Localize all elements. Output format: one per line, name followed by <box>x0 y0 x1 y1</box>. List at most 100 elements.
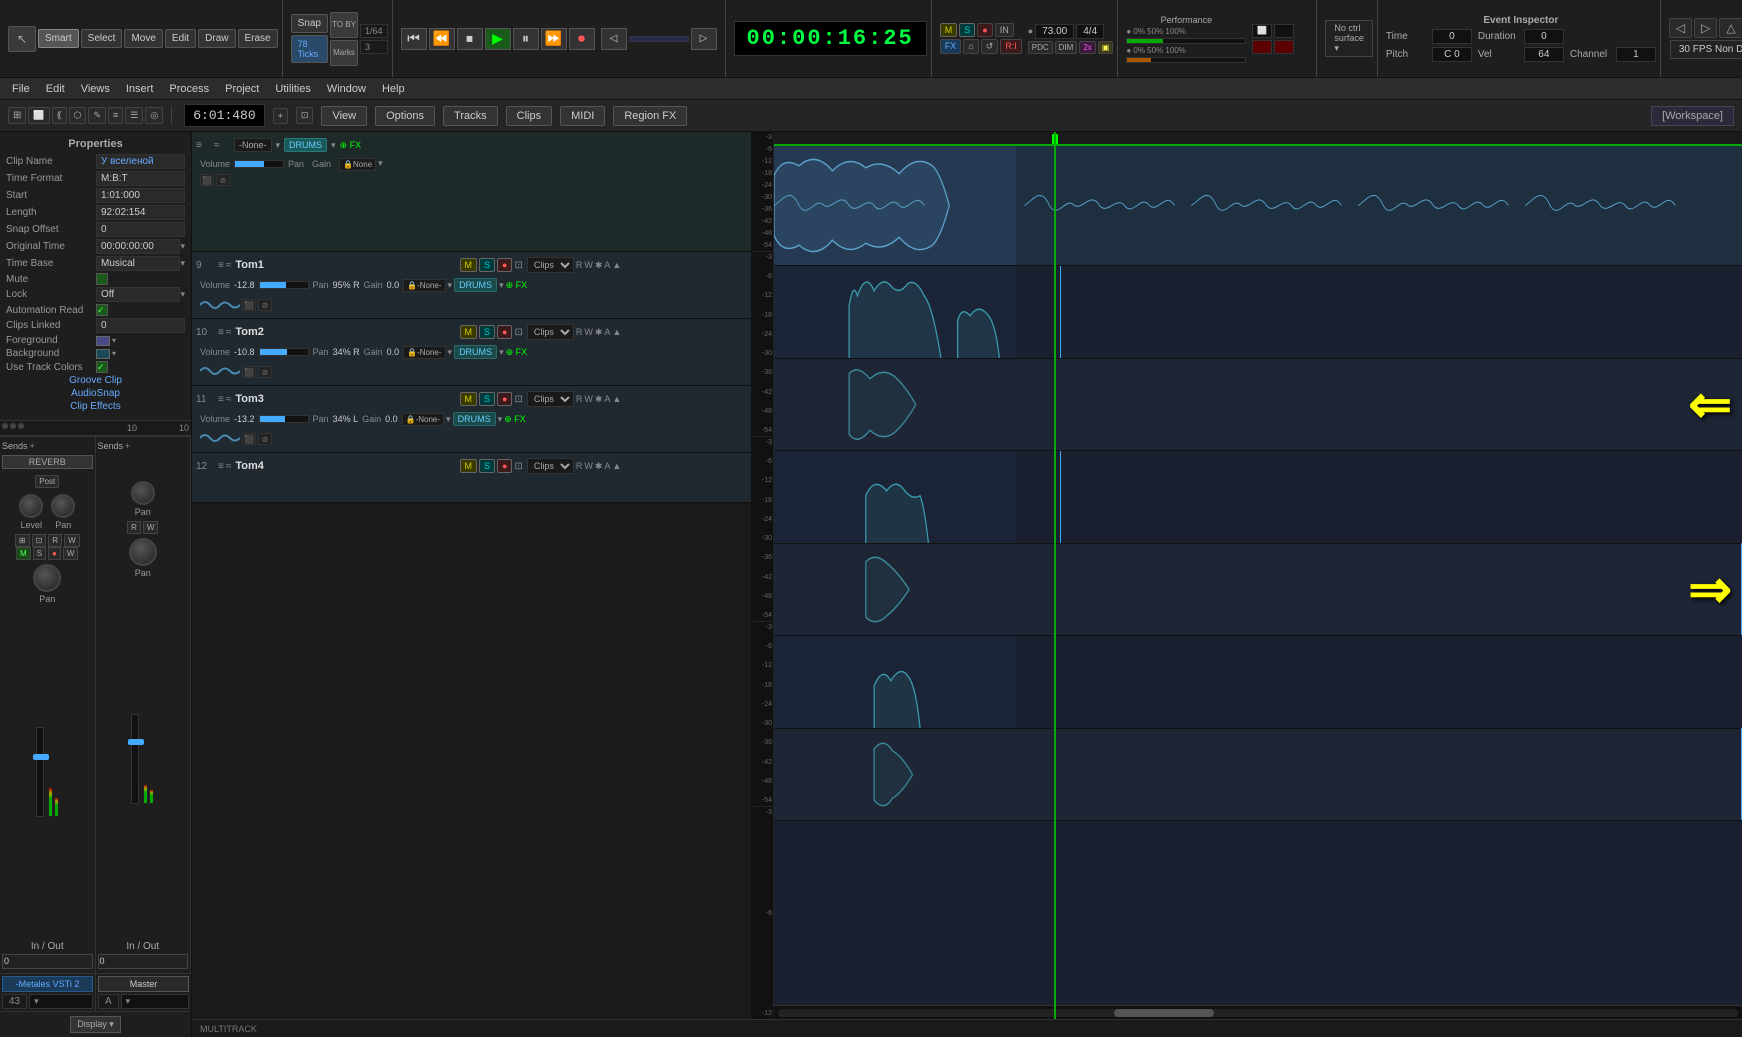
fader-2[interactable] <box>128 739 144 745</box>
ch1-pq-btn[interactable]: ⊞ <box>15 534 30 547</box>
track-top-none[interactable]: -None- <box>234 138 272 152</box>
scrollbar-track[interactable] <box>778 1009 1738 1017</box>
ch1-s-btn[interactable]: S <box>33 547 46 560</box>
draw-tool[interactable]: Draw <box>198 29 235 48</box>
in-out-2-select[interactable]: 0 <box>98 954 189 969</box>
left-icon-4[interactable]: ⬡ <box>69 107 87 124</box>
marks-icon[interactable]: Marks <box>330 40 358 66</box>
left-icon-6[interactable]: ≡ <box>108 107 123 124</box>
menu-insert[interactable]: Insert <box>118 81 162 97</box>
pan-knob-1[interactable] <box>51 494 75 518</box>
ch1-num[interactable]: 43 <box>2 994 27 1009</box>
display-btn[interactable]: Display ▾ <box>70 1016 121 1033</box>
instrument-label[interactable]: -Metales VSTi 2 <box>2 976 93 992</box>
track-9-a[interactable]: A <box>604 260 610 270</box>
track-top-vol-bar[interactable] <box>234 160 284 168</box>
ch2-num[interactable]: A <box>98 994 119 1009</box>
track-9-up[interactable]: ▲ <box>612 260 621 270</box>
ch1-r2-btn[interactable]: ● <box>48 547 61 560</box>
background-picker[interactable]: ▾ <box>96 349 116 359</box>
ch1-r-btn[interactable]: R <box>48 534 62 547</box>
track-12-wave[interactable]: ≈ <box>226 461 232 472</box>
snap-offset-value[interactable]: 0 <box>96 222 185 237</box>
track-10-clips-dropdown[interactable]: Clips <box>527 324 574 340</box>
menu-help[interactable]: Help <box>374 81 413 97</box>
original-time-value[interactable]: 00:00:00:00 <box>96 239 180 254</box>
in-out-1-select[interactable]: 0 <box>2 954 93 969</box>
track-10-star[interactable]: ✱ <box>595 327 603 338</box>
record-btn[interactable]: ⏺ <box>569 28 595 50</box>
content-track-top[interactable] <box>774 146 1742 266</box>
track-10-rec[interactable]: ● <box>497 325 512 339</box>
nav-right-btn[interactable]: ▷ <box>1694 18 1717 38</box>
track-10-s[interactable]: S <box>479 325 495 339</box>
track-9-m[interactable]: M <box>460 258 478 272</box>
smart-tool[interactable]: Smart <box>38 29 79 48</box>
workspace-select[interactable]: [Workspace] <box>1651 106 1734 126</box>
track-9-none[interactable]: 🔒-None- <box>403 279 445 292</box>
ei-vel-value[interactable]: 64 <box>1524 47 1564 62</box>
scrollbar-thumb[interactable] <box>1114 1009 1214 1017</box>
sends-1-add[interactable]: + <box>30 441 35 451</box>
content-track-tom2[interactable]: ⇒ <box>774 451 1742 636</box>
track-10-w[interactable]: W <box>584 327 593 337</box>
lock-expand[interactable]: ▾ <box>180 289 185 300</box>
panel-track-num-2[interactable]: 10 <box>179 423 189 433</box>
pan-main-knob-2[interactable] <box>129 538 157 566</box>
menu-utilities[interactable]: Utilities <box>267 81 318 97</box>
use-track-colors-checkbox[interactable] <box>96 361 108 373</box>
left-icon-2[interactable]: ⬜ <box>28 107 49 124</box>
track-10-more[interactable]: ⊡ <box>514 327 522 338</box>
ticks-btn[interactable]: 78 Ticks <box>291 35 328 63</box>
track-10-small-1[interactable]: ⬛ <box>242 366 256 378</box>
ch2-r-btn[interactable]: R <box>127 521 141 534</box>
groove-clip-link[interactable]: Groove Clip <box>6 375 185 386</box>
pdc-btn[interactable]: PDC <box>1028 41 1053 54</box>
time-base-value[interactable]: Musical <box>96 256 180 271</box>
ch1-w2-btn[interactable]: W <box>63 547 79 560</box>
track-11-expand[interactable]: ≡ <box>218 394 224 405</box>
menu-file[interactable]: File <box>4 81 38 97</box>
track-10-a[interactable]: A <box>604 327 610 337</box>
track-12-up[interactable]: ▲ <box>612 461 621 471</box>
track-12-rec[interactable]: ● <box>497 459 512 473</box>
track-9-r[interactable]: R <box>576 260 583 270</box>
lock-value[interactable]: Off <box>96 287 180 302</box>
clips-linked-value[interactable]: 0 <box>96 318 185 333</box>
menu-edit[interactable]: Edit <box>38 81 73 97</box>
panel-toggle-3[interactable] <box>18 423 24 429</box>
track-top-drums[interactable]: DRUMS <box>284 138 327 152</box>
left-icon-8[interactable]: ◎ <box>145 107 163 124</box>
m-btn[interactable]: M <box>940 23 958 37</box>
nav-up-btn[interactable]: △ <box>1719 18 1742 38</box>
reverb-label[interactable]: REVERB <box>2 455 93 469</box>
ch2-bus[interactable]: ▾ <box>121 994 189 1009</box>
2x-btn[interactable]: 2x <box>1079 41 1095 54</box>
track-11-none[interactable]: 🔒-None- <box>402 413 444 426</box>
start-value[interactable]: 1:01:000 <box>96 188 185 203</box>
ch1-bus[interactable]: ▾ <box>29 994 93 1009</box>
to-by-icon[interactable]: TO BY <box>330 12 358 38</box>
track-9-small-1[interactable]: ⬛ <box>242 299 256 311</box>
back-btn[interactable]: ⏪ <box>429 28 455 50</box>
clip-effects-link[interactable]: Clip Effects <box>6 401 185 412</box>
track-11-s[interactable]: S <box>479 392 495 406</box>
level-knob[interactable] <box>19 494 43 518</box>
surface-select[interactable]: No ctrl surface ▾ <box>1325 20 1373 57</box>
track-11-wave[interactable]: ≈ <box>226 394 232 405</box>
track-11-drums[interactable]: DRUMS <box>453 412 496 426</box>
ei-duration-value[interactable]: 0 <box>1524 29 1564 44</box>
track-10-m[interactable]: M <box>460 325 478 339</box>
ch2-w-btn[interactable]: W <box>143 521 159 534</box>
view-btn[interactable]: View <box>321 106 367 126</box>
left-icon-5[interactable]: ✎ <box>88 107 106 124</box>
snap-count[interactable]: 3 <box>360 40 388 54</box>
left-icon-3[interactable]: ⟪ <box>52 107 67 124</box>
track-11-a[interactable]: A <box>604 394 610 404</box>
track-9-clips-dropdown[interactable]: Clips <box>527 257 574 273</box>
content-track-tom1[interactable]: ⇐ <box>774 266 1742 451</box>
menu-project[interactable]: Project <box>217 81 267 97</box>
track-11-w[interactable]: W <box>584 394 593 404</box>
foreground-picker[interactable]: ▾ <box>96 336 116 346</box>
track-12-w[interactable]: W <box>584 461 593 471</box>
